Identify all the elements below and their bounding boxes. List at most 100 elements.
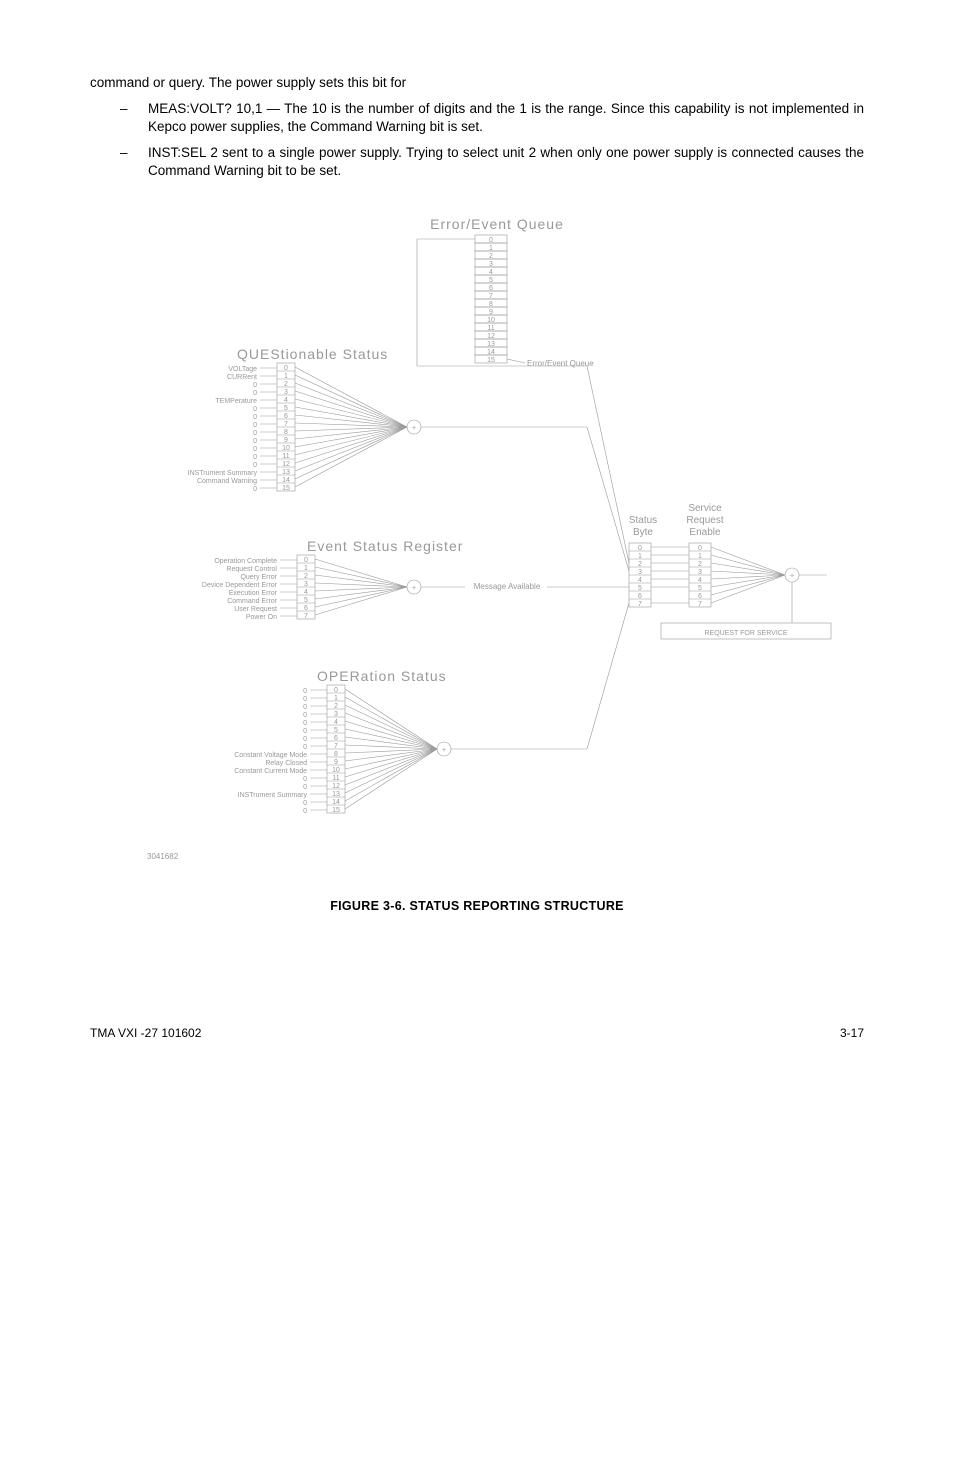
svg-text:3: 3 [284, 389, 288, 396]
svg-text:TEMPerature: TEMPerature [215, 398, 257, 405]
bullet-dash: – [120, 144, 148, 180]
svg-text:Request Control: Request Control [226, 566, 277, 573]
svg-text:8: 8 [334, 751, 338, 758]
svg-text:Enable: Enable [689, 527, 721, 538]
svg-text:9: 9 [284, 437, 288, 444]
svg-text:0: 0 [303, 784, 307, 791]
svg-text:7: 7 [334, 743, 338, 750]
operation-title: OPERation Status [317, 668, 447, 684]
svg-text:7: 7 [304, 613, 308, 620]
svg-text:5: 5 [304, 597, 308, 604]
svg-text:CURRent: CURRent [227, 374, 257, 381]
svg-text:2: 2 [304, 573, 308, 580]
svg-text:4: 4 [334, 719, 338, 726]
svg-text:7: 7 [698, 601, 702, 608]
message-available-label: Message Available [474, 582, 541, 591]
event-status-title: Event Status Register [307, 538, 463, 554]
svg-text:+: + [790, 573, 794, 580]
svg-text:Power On: Power On [246, 614, 277, 621]
svg-text:1: 1 [698, 553, 702, 560]
svg-text:3: 3 [334, 711, 338, 718]
svg-text:0: 0 [253, 382, 257, 389]
svg-text:0: 0 [253, 414, 257, 421]
svg-text:4: 4 [698, 577, 702, 584]
svg-text:15: 15 [332, 807, 340, 814]
svg-text:14: 14 [332, 799, 340, 806]
svg-text:5: 5 [698, 585, 702, 592]
svg-text:INSTrument Summary: INSTrument Summary [238, 792, 308, 799]
svg-text:7: 7 [638, 601, 642, 608]
svg-text:5: 5 [284, 405, 288, 412]
svg-text:0: 0 [698, 545, 702, 552]
svg-text:0: 0 [284, 365, 288, 372]
svg-text:5: 5 [638, 585, 642, 592]
svg-text:0: 0 [303, 688, 307, 695]
svg-text:10: 10 [282, 445, 290, 452]
svg-text:0: 0 [303, 736, 307, 743]
bullet-row: – MEAS:VOLT? 10,1 — The 10 is the number… [120, 100, 864, 136]
svg-text:Query Error: Query Error [240, 574, 277, 581]
svg-text:Service: Service [688, 503, 722, 514]
intro-text: command or query. The power supply sets … [90, 74, 864, 92]
svg-text:8: 8 [284, 429, 288, 436]
figure-caption: FIGURE 3-6. STATUS REPORTING STRUCTURE [90, 898, 864, 915]
svg-text:11: 11 [332, 775, 339, 782]
svg-text:Status: Status [629, 515, 657, 526]
bullet-text-1: MEAS:VOLT? 10,1 — The 10 is the number o… [148, 100, 864, 136]
svg-text:0: 0 [303, 720, 307, 727]
svg-text:1: 1 [334, 695, 338, 702]
svg-text:3: 3 [698, 569, 702, 576]
questionable-title: QUEStionable Status [237, 346, 388, 362]
svg-text:0: 0 [334, 687, 338, 694]
svg-text:VOLTage: VOLTage [228, 366, 257, 373]
svg-text:Relay Closed: Relay Closed [265, 760, 307, 767]
svg-text:0: 0 [303, 776, 307, 783]
svg-text:10: 10 [332, 767, 340, 774]
svg-text:5: 5 [334, 727, 338, 734]
svg-text:13: 13 [282, 469, 290, 476]
event-status-block: Operation Complete Request Control Query… [202, 555, 421, 621]
svg-text:7: 7 [284, 421, 288, 428]
svg-text:0: 0 [253, 430, 257, 437]
svg-text:1: 1 [304, 565, 308, 572]
svg-text:0: 0 [253, 422, 257, 429]
figure-refnum: 3041682 [147, 852, 179, 861]
svg-text:0: 0 [303, 704, 307, 711]
svg-text:0: 0 [303, 800, 307, 807]
svg-text:14: 14 [282, 477, 290, 484]
svg-text:6: 6 [698, 593, 702, 600]
svg-text:6: 6 [334, 735, 338, 742]
svg-text:3: 3 [638, 569, 642, 576]
svg-text:0: 0 [303, 728, 307, 735]
page-footer: TMA VXI -27 101602 3-17 [90, 1025, 864, 1041]
svg-text:2: 2 [284, 381, 288, 388]
svg-text:+: + [412, 585, 416, 592]
svg-text:12: 12 [332, 783, 340, 790]
svg-text:Command Warning: Command Warning [197, 478, 257, 485]
svg-text:3: 3 [304, 581, 308, 588]
footer-right: 3-17 [840, 1025, 864, 1041]
bullet-dash: – [120, 100, 148, 136]
svg-text:0: 0 [303, 808, 307, 815]
svg-text:4: 4 [304, 589, 308, 596]
error-queue-stack: 0 1 2 3 4 5 6 7 8 9 10 11 12 13 14 15 [475, 235, 507, 364]
svg-text:0: 0 [253, 462, 257, 469]
svg-text:0: 0 [253, 486, 257, 493]
svg-text:INSTrument Summary: INSTrument Summary [188, 470, 258, 477]
svg-text:0: 0 [253, 454, 257, 461]
svg-text:6: 6 [284, 413, 288, 420]
status-byte-block: 01 23 45 67 [629, 543, 651, 608]
svg-text:Execution Error: Execution Error [229, 590, 278, 597]
srq-enable-block: 01 23 45 67 [689, 543, 711, 608]
svg-text:User Request: User Request [234, 606, 277, 613]
svg-text:0: 0 [253, 438, 257, 445]
svg-text:4: 4 [284, 397, 288, 404]
figure-diagram: Error/Event Queue 0 1 2 3 4 5 6 7 8 9 10… [90, 211, 864, 886]
error-queue-title: Error/Event Queue [430, 216, 564, 232]
svg-text:1: 1 [638, 553, 642, 560]
svg-text:6: 6 [304, 605, 308, 612]
svg-text:0: 0 [303, 744, 307, 751]
svg-text:6: 6 [638, 593, 642, 600]
operation-block: 0 0 0 0 0 0 0 0 Constant Voltage Mode Re… [234, 603, 629, 815]
svg-text:0: 0 [253, 390, 257, 397]
